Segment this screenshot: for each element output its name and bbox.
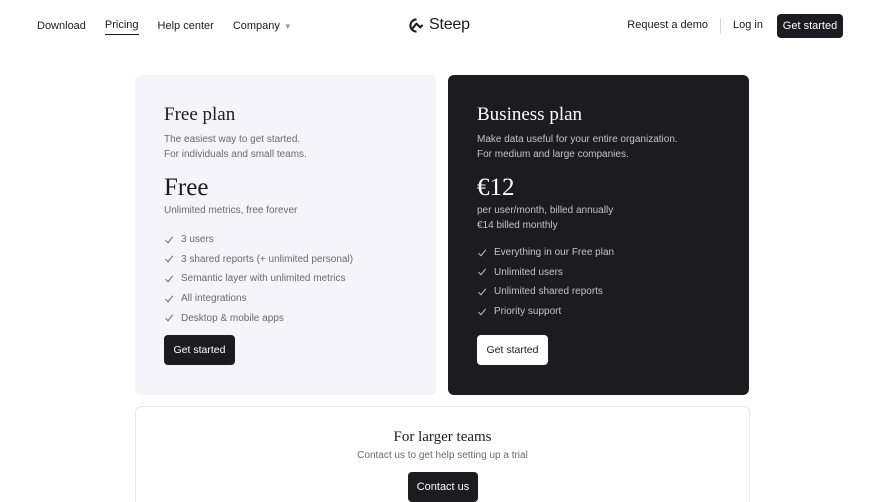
feature-label: 3 users [181, 234, 214, 246]
nav-company-menu[interactable]: Company ▼ [233, 20, 292, 35]
free-plan-desc-line1: The easiest way to get started. [164, 134, 301, 145]
check-icon [164, 254, 174, 264]
nav-links: Download Pricing Help center Company ▼ [37, 19, 311, 35]
steep-logo[interactable]: Steep [409, 16, 470, 34]
nav-get-started-button[interactable]: Get started [777, 14, 843, 38]
free-plan-features: 3 users 3 shared reports (+ unlimited pe… [164, 230, 407, 328]
nav-help-center-link[interactable]: Help center [158, 20, 214, 35]
feature-item: Unlimited shared reports [477, 282, 720, 302]
business-plan-title: Business plan [477, 104, 583, 125]
check-icon [164, 313, 174, 323]
check-icon [477, 287, 487, 297]
feature-label: 3 shared reports (+ unlimited personal) [181, 253, 354, 265]
feature-item: Everything in our Free plan [477, 243, 720, 263]
request-demo-link[interactable]: Request a demo [627, 19, 708, 34]
feature-label: Unlimited shared reports [494, 286, 603, 298]
nav-actions: Request a demo Log in Get started [627, 14, 843, 38]
feature-item: 3 users [164, 230, 407, 250]
top-nav: Download Pricing Help center Company ▼ St… [0, 0, 885, 52]
feature-item: Unlimited users [477, 263, 720, 283]
free-plan-card: Free plan The easiest way to get started… [135, 75, 436, 395]
business-plan-get-started-button[interactable]: Get started [477, 335, 548, 365]
free-plan-get-started-button[interactable]: Get started [164, 335, 235, 365]
logo-text: Steep [429, 16, 470, 33]
feature-label: Semantic layer with unlimited metrics [181, 273, 346, 285]
contact-us-button[interactable]: Contact us [408, 472, 478, 502]
feature-label: Unlimited users [494, 266, 563, 278]
business-plan-features: Everything in our Free plan Unlimited us… [477, 243, 720, 321]
steep-logo-icon [409, 17, 424, 33]
free-plan-title: Free plan [164, 104, 236, 125]
chevron-down-icon: ▼ [283, 21, 292, 31]
feature-item: 3 shared reports (+ unlimited personal) [164, 250, 407, 270]
business-plan-description: Make data useful for your entire organiz… [477, 132, 720, 162]
feature-label: Desktop & mobile apps [181, 312, 284, 324]
check-icon [164, 294, 174, 304]
login-link[interactable]: Log in [733, 19, 763, 34]
nav-download-link[interactable]: Download [37, 20, 86, 35]
check-icon [164, 235, 174, 245]
feature-item: All integrations [164, 289, 407, 309]
nav-company-label: Company [232, 19, 280, 32]
free-plan-price: Free [164, 174, 209, 201]
larger-teams-title: For larger teams [393, 429, 492, 445]
free-plan-price-sub: Unlimited metrics, free forever [164, 205, 298, 216]
feature-item: Desktop & mobile apps [164, 308, 407, 328]
nav-pricing-link[interactable]: Pricing [104, 19, 139, 35]
business-plan-price-monthly: €14 billed monthly [477, 220, 558, 231]
business-plan-desc-line2: For medium and large companies. [477, 149, 629, 160]
business-plan-desc-line1: Make data useful for your entire organiz… [477, 134, 678, 145]
business-plan-price-annual: per user/month, billed annually [477, 205, 614, 216]
check-icon [477, 248, 487, 258]
larger-teams-subtitle: Contact us to get help setting up a tria… [357, 450, 528, 461]
free-plan-description: The easiest way to get started. For indi… [164, 132, 407, 162]
feature-item: Semantic layer with unlimited metrics [164, 269, 407, 289]
check-icon [164, 274, 174, 284]
free-plan-desc-line2: For individuals and small teams. [164, 149, 307, 160]
feature-label: Priority support [494, 306, 562, 318]
check-icon [477, 307, 487, 317]
feature-item: Priority support [477, 302, 720, 322]
business-plan-card: Business plan Make data useful for your … [448, 75, 749, 395]
feature-label: Everything in our Free plan [494, 247, 615, 259]
nav-divider [720, 18, 722, 34]
larger-teams-section: For larger teams Contact us to get help … [135, 406, 750, 502]
business-plan-price: €12 [477, 174, 515, 201]
feature-label: All integrations [181, 293, 247, 305]
check-icon [477, 267, 487, 277]
